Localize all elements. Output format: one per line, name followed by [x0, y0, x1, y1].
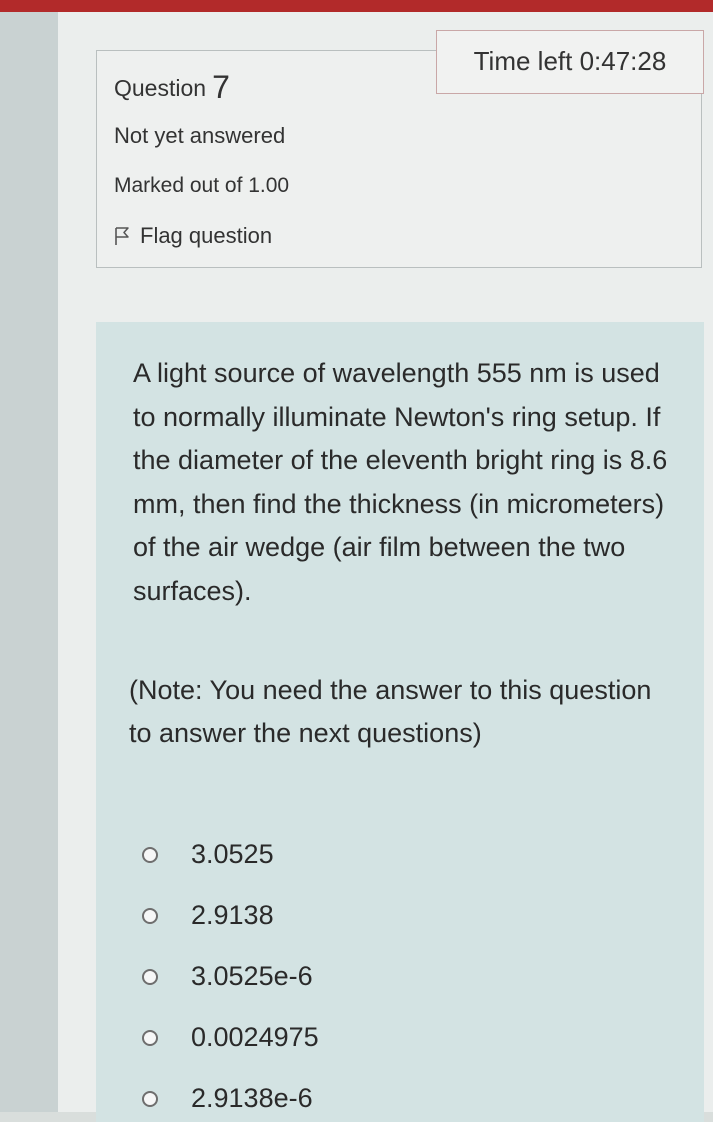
answer-option-label: 3.0525 [191, 839, 274, 869]
answer-option[interactable]: 2.9138e-6 [142, 1083, 313, 1114]
answer-option-label: 2.9138e-6 [191, 1083, 313, 1113]
flag-question-link[interactable]: Flag question [114, 223, 272, 249]
radio-button[interactable] [142, 907, 158, 924]
radio-button[interactable] [142, 968, 158, 985]
left-margin-rail [0, 12, 58, 1112]
question-label: Question 7 [114, 69, 230, 106]
question-panel: A light source of wavelength 555 nm is u… [96, 322, 704, 1122]
answer-option-label: 0.0024975 [191, 1022, 319, 1052]
radio-button[interactable] [142, 846, 158, 863]
question-text: A light source of wavelength 555 nm is u… [133, 358, 668, 606]
radio-button[interactable] [142, 1029, 158, 1046]
time-left-box: Time left 0:47:28 [436, 30, 704, 94]
question-state: Not yet answered [114, 123, 286, 148]
answer-option-label: 3.0525e-6 [191, 961, 313, 991]
answer-option[interactable]: 0.0024975 [142, 1022, 319, 1053]
answer-option[interactable]: 3.0525 [142, 839, 274, 870]
radio-button[interactable] [142, 1090, 158, 1107]
flag-question-label: Flag question [140, 223, 273, 248]
question-label-text: Question [114, 75, 207, 101]
question-number: 7 [212, 69, 230, 105]
question-note: (Note: You need the answer to this quest… [129, 675, 652, 748]
answer-option[interactable]: 2.9138 [142, 900, 274, 931]
answer-option-label: 2.9138 [191, 900, 274, 930]
top-header-strip [0, 0, 713, 12]
question-grade: Marked out of 1.00 [114, 174, 290, 197]
flag-icon [114, 226, 130, 246]
answer-option[interactable]: 3.0525e-6 [142, 961, 313, 992]
